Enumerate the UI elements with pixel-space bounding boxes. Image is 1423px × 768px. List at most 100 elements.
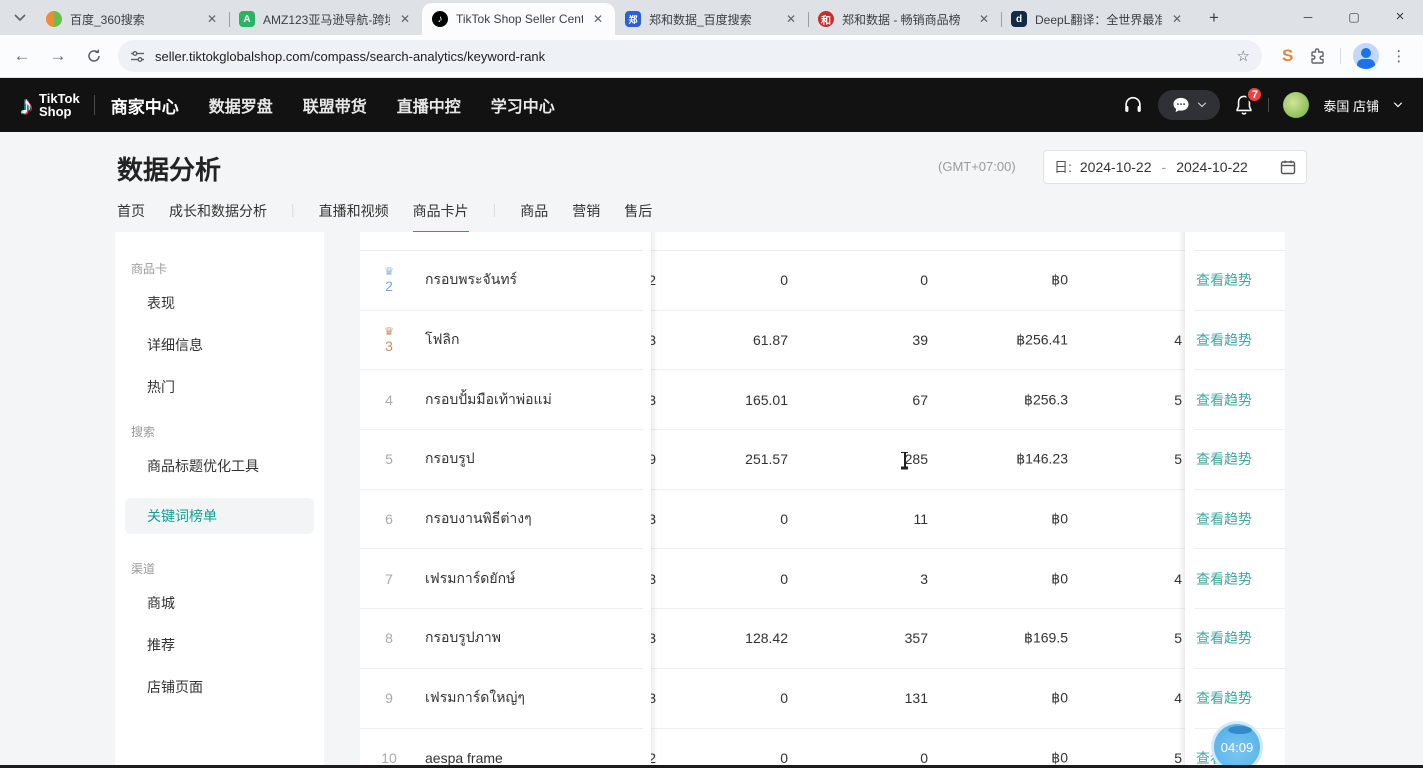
- browser-tab-4[interactable]: 和 郑和数据 - 畅销商品榜 ✕: [808, 3, 1001, 35]
- store-avatar[interactable]: [1283, 92, 1309, 118]
- keyword-cell: เฟรมการ์ดใหญ่ๆ: [425, 687, 525, 709]
- view-trend-link[interactable]: 查看趋势: [1196, 628, 1252, 648]
- recording-timer-bubble[interactable]: 04:09: [1211, 721, 1263, 768]
- date-granularity-label: 日:: [1054, 157, 1072, 177]
- forward-button[interactable]: →: [44, 42, 72, 70]
- window-minimize-button[interactable]: ─: [1285, 0, 1331, 33]
- browser-tab-1[interactable]: A AMZ123亚马逊导航-跨境 ✕: [229, 3, 422, 35]
- back-button[interactable]: ←: [8, 42, 36, 70]
- browser-tab-0[interactable]: 百度_360搜索 ✕: [36, 3, 229, 35]
- nav-data-compass[interactable]: 数据罗盘: [209, 93, 273, 117]
- sidebar-item-details[interactable]: 详细信息: [147, 335, 324, 355]
- page-title: 数据分析: [117, 150, 221, 187]
- tab-marketing[interactable]: 营销: [572, 201, 600, 231]
- table-row: ♛2 กรอบพระจันทร์ 2 0 0 ฿0 查看趋势: [360, 251, 1285, 311]
- tab-after-sale[interactable]: 售后: [624, 201, 652, 231]
- nav-merchant-center[interactable]: 商家中心: [111, 93, 179, 118]
- notification-badge: 7: [1246, 86, 1263, 103]
- nav-learning-center[interactable]: 学习中心: [491, 93, 555, 117]
- tiktok-shop-logo[interactable]: ♪ TikTokShop: [20, 90, 80, 121]
- bookmark-star-icon[interactable]: ☆: [1237, 47, 1250, 65]
- browser-profile-avatar[interactable]: [1353, 43, 1379, 69]
- keyword-cell: กรอบรูปภาพ: [425, 627, 501, 649]
- sidebar-item-shop-page[interactable]: 店铺页面: [147, 677, 324, 697]
- keyword-cell: กรอบรูป: [425, 448, 475, 470]
- headset-support-icon[interactable]: [1122, 94, 1144, 116]
- tab-close-icon[interactable]: ✕: [975, 11, 993, 27]
- store-chevron-down-icon[interactable]: [1393, 102, 1403, 108]
- date-range-picker[interactable]: 日: 2024-10-22 - 2024-10-22: [1043, 150, 1307, 184]
- keyword-rank-table: ♛2 กรอบพระจันทร์ 2 0 0 ฿0 查看趋势 ♛3 โฟลิก …: [360, 232, 1285, 768]
- sidebar-item-mall[interactable]: 商城: [147, 593, 324, 613]
- amz123-favicon: A: [239, 11, 255, 27]
- keyword-cell: aespa frame: [425, 750, 503, 766]
- reload-button[interactable]: [80, 42, 108, 70]
- address-bar[interactable]: seller.tiktokglobalshop.com/compass/sear…: [118, 40, 1262, 72]
- date-end[interactable]: 2024-10-22: [1176, 159, 1248, 175]
- new-tab-button[interactable]: +: [1200, 4, 1228, 32]
- window-maximize-button[interactable]: ▢: [1331, 0, 1377, 33]
- tab-product-card[interactable]: 商品卡片: [413, 201, 469, 234]
- store-name[interactable]: 泰国 店铺: [1323, 96, 1379, 115]
- keyword-cell: เฟรมการ์ดยักษ์: [425, 568, 515, 590]
- notifications-button[interactable]: 7: [1234, 94, 1254, 116]
- messages-button[interactable]: [1158, 90, 1220, 120]
- view-trend-link[interactable]: 查看趋势: [1196, 330, 1252, 350]
- view-trend-link[interactable]: 查看趋势: [1196, 688, 1252, 708]
- tab-close-icon[interactable]: ✕: [396, 11, 414, 27]
- zhenghe-red-favicon: 和: [818, 11, 834, 27]
- window-close-button[interactable]: ×: [1377, 0, 1423, 33]
- 360-favicon: [46, 11, 62, 27]
- tiktok-favicon: ♪: [432, 11, 448, 27]
- browser-tab-3[interactable]: 郑 郑和数据_百度搜索 ✕: [615, 3, 808, 35]
- sidebar-item-keyword-rank[interactable]: 关键词榜单: [125, 498, 314, 534]
- frozen-left-column-gap: [643, 232, 651, 768]
- calendar-icon[interactable]: [1280, 159, 1296, 175]
- tab-live-video[interactable]: 直播和视频: [319, 201, 389, 231]
- nav-live-center[interactable]: 直播中控: [397, 93, 461, 117]
- tab-home[interactable]: 首页: [117, 201, 145, 231]
- view-trend-link[interactable]: 查看趋势: [1196, 509, 1252, 529]
- s-extension-icon[interactable]: S: [1282, 46, 1293, 66]
- nav-affiliate[interactable]: 联盟带货: [303, 93, 367, 117]
- frozen-right-column-gap: [1185, 232, 1194, 768]
- view-trend-link[interactable]: 查看趋势: [1196, 390, 1252, 410]
- tab-growth-analytics[interactable]: 成长和数据分析: [169, 201, 267, 231]
- tab-close-icon[interactable]: ✕: [589, 11, 607, 27]
- keyword-cell: โฟลิก: [425, 329, 460, 351]
- frozen-left-column-shadow: [651, 232, 658, 768]
- table-row: 4 กรอบปั้มมือเท้าพ่อแม่ 3 165.01 67 ฿256…: [360, 370, 1285, 430]
- deepl-favicon: d: [1011, 11, 1027, 27]
- sidebar-item-performance[interactable]: 表现: [147, 293, 324, 313]
- browser-menu-icon[interactable]: ⋮: [1391, 47, 1406, 65]
- analytics-tabs: 首页 成长和数据分析 | 直播和视频 商品卡片 | 商品 营销 售后: [117, 201, 652, 234]
- sidebar-item-title-optimizer[interactable]: 商品标题优化工具: [147, 456, 324, 476]
- screen: 百度_360搜索 ✕ A AMZ123亚马逊导航-跨境 ✕ ♪ TikTok S…: [0, 0, 1423, 768]
- browser-tab-2-active[interactable]: ♪ TikTok Shop Seller Cente ✕: [422, 3, 615, 35]
- view-trend-link[interactable]: 查看趋势: [1196, 569, 1252, 589]
- url-text[interactable]: seller.tiktokglobalshop.com/compass/sear…: [155, 49, 1237, 64]
- keyword-cell: กรอบปั้มมือเท้าพ่อแม่: [425, 389, 552, 411]
- app-nav: 商家中心 数据罗盘 联盟带货 直播中控 学习中心: [111, 93, 555, 118]
- site-settings-icon[interactable]: [130, 49, 145, 64]
- browser-tab-strip: 百度_360搜索 ✕ A AMZ123亚马逊导航-跨境 ✕ ♪ TikTok S…: [0, 0, 1423, 35]
- tab-search-icon[interactable]: [6, 4, 34, 32]
- sidebar-item-recommend[interactable]: 推荐: [147, 635, 324, 655]
- frozen-right-column-shadow: [1178, 232, 1185, 768]
- view-trend-link[interactable]: 查看趋势: [1196, 270, 1252, 290]
- view-trend-link[interactable]: 查看趋势: [1196, 449, 1252, 469]
- browser-tab-5[interactable]: d DeepL翻译：全世界最准 ✕: [1001, 3, 1194, 35]
- tab-close-icon[interactable]: ✕: [203, 11, 221, 27]
- sidebar-item-trending[interactable]: 热门: [147, 377, 324, 397]
- crown-silver-icon: ♛: [384, 267, 394, 278]
- tab-products[interactable]: 商品: [520, 201, 548, 231]
- date-start[interactable]: 2024-10-22: [1080, 159, 1152, 175]
- extensions-puzzle-icon[interactable]: [1309, 48, 1326, 65]
- table-row: 7 เฟรมการ์ดยักษ์ 3 0 3 ฿0 4 查看趋势: [360, 549, 1285, 609]
- sidebar-section-product-card: 商品卡: [131, 260, 324, 277]
- table-row: 5 กรอบรูป 9 251.57 285 ฿146.23 5 查看趋势: [360, 430, 1285, 490]
- keyword-cell: กรอบพระจันทร์: [425, 269, 517, 291]
- tab-close-icon[interactable]: ✕: [1168, 11, 1186, 27]
- zhenghe-blue-favicon: 郑: [625, 11, 641, 27]
- tab-close-icon[interactable]: ✕: [782, 11, 800, 27]
